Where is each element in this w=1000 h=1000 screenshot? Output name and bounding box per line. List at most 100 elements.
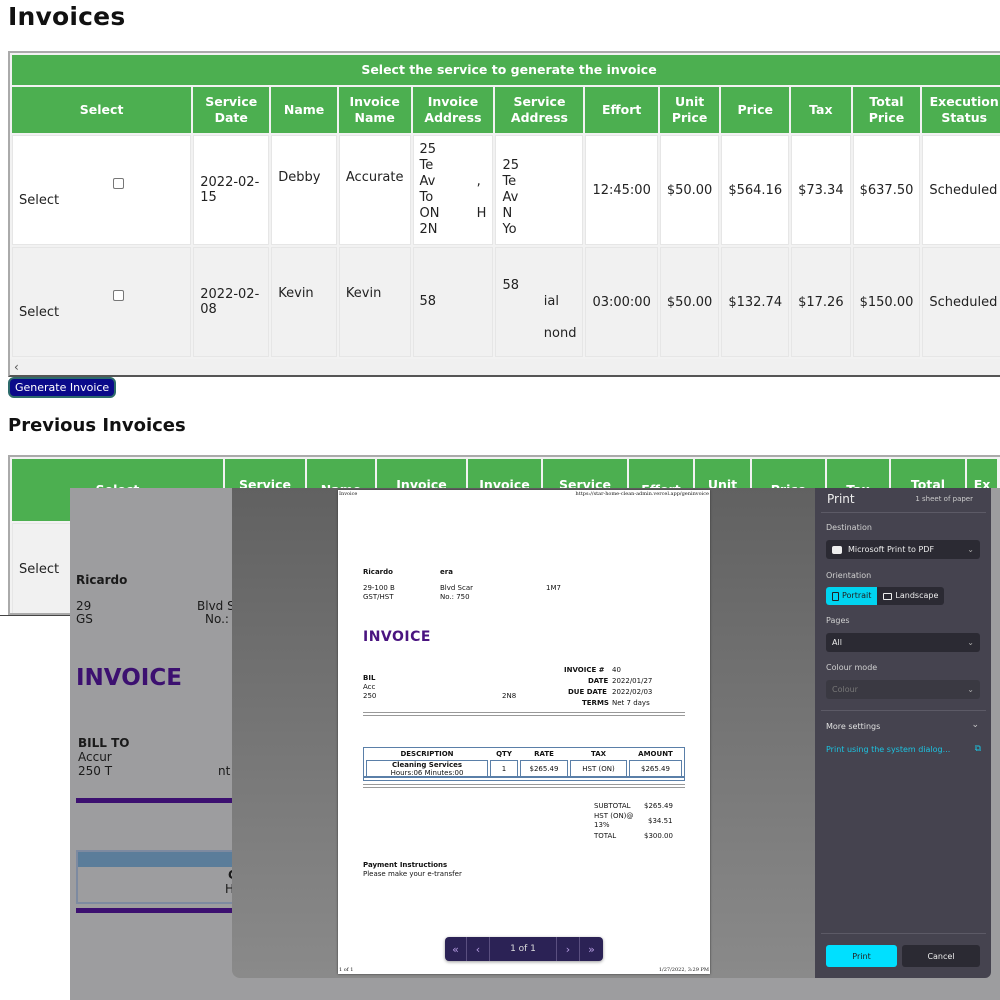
previous-invoices-title: Previous Invoices <box>8 415 186 436</box>
pages-select[interactable]: All ⌄ <box>826 633 980 652</box>
select-cell: Select <box>12 247 192 357</box>
generate-invoice-button[interactable]: Generate Invoice <box>8 377 117 398</box>
preview-pager: « ‹ 1 of 1 › » <box>445 937 603 961</box>
landscape-option[interactable]: Landscape <box>877 587 944 605</box>
invoice-name: Kevin <box>338 247 411 357</box>
pv-subtotal-label: SUBTOTAL <box>594 802 631 810</box>
landscape-icon <box>883 592 893 600</box>
pv-meta-label: DUE DATE <box>568 688 607 696</box>
print-settings-panel: Print 1 sheet of paper Destination Micro… <box>815 488 991 978</box>
pv-addr1b: Blvd Scar <box>440 584 474 592</box>
page-footer-left: 1 of 1 <box>339 967 354 973</box>
bg-bill-line2: 250 T <box>78 764 113 778</box>
external-link-icon[interactable]: ⧉ <box>975 744 981 754</box>
bg-addr2b: No.: <box>205 612 229 626</box>
pv-tax-label: HST (ON)@ <box>594 812 634 820</box>
prev-page-button[interactable]: ‹ <box>467 937 490 961</box>
destination-value: Microsoft Print to PDF <box>848 545 935 554</box>
pv-addr2b: No.: 750 <box>440 593 470 601</box>
pv-addr1c: 1M7 <box>546 584 561 592</box>
pv-divider <box>363 712 685 716</box>
bg-bill-line2b: nt <box>218 764 231 778</box>
destination-select[interactable]: Microsoft Print to PDF ⌄ <box>826 540 980 559</box>
header-effort: Effort <box>585 87 658 133</box>
orientation-toggle: Portrait Landscape <box>826 587 945 605</box>
service-address: 25 Te Av N Yo <box>495 135 584 245</box>
service-date: 2022-02-15 <box>193 135 270 245</box>
bg-addr2: GS <box>76 612 93 626</box>
colour-mode-select[interactable]: Colour ⌄ <box>826 680 980 699</box>
pv-bill-line2b: 2N8 <box>502 692 517 700</box>
pv-tax-label2: 13% <box>594 821 610 829</box>
pv-addr1: 29-100 B <box>363 584 395 592</box>
invoice-name: Accurate <box>338 135 411 245</box>
pv-bill-to: BIL <box>363 674 376 682</box>
header-invoice-address: Invoice Address <box>412 87 494 133</box>
select-checkbox[interactable] <box>113 290 124 301</box>
price: $132.74 <box>721 247 790 357</box>
header-total-price: Total Price <box>852 87 921 133</box>
pages-value: All <box>832 638 842 647</box>
pv-meta-label: INVOICE # <box>564 666 605 674</box>
price: $564.16 <box>721 135 790 245</box>
pv-company-b: era <box>440 568 453 576</box>
pv-header-qty: QTY <box>496 750 512 758</box>
bg-company: Ricardo <box>76 573 128 587</box>
cancel-button[interactable]: Cancel <box>902 945 980 967</box>
pv-header-rate: RATE <box>534 750 554 758</box>
horizontal-scrollbar[interactable]: ‹ <box>10 359 1000 375</box>
page-header-url: https://star-home-clean-admin.vercel.app… <box>575 491 709 497</box>
portrait-icon <box>832 591 839 601</box>
header-tax: Tax <box>791 87 851 133</box>
portrait-option[interactable]: Portrait <box>826 587 878 605</box>
total-price: $150.00 <box>852 247 921 357</box>
divider <box>821 512 986 513</box>
pv-total: $300.00 <box>644 832 673 840</box>
pv-meta-label: DATE <box>588 677 609 685</box>
last-page-button[interactable]: » <box>580 937 603 961</box>
colour-mode-label: Colour mode <box>826 663 878 672</box>
print-button[interactable]: Print <box>826 945 897 967</box>
header-name: Name <box>271 87 337 133</box>
table-caption: Select the service to generate the invoi… <box>12 55 1000 85</box>
header-execution-status: Execution Status <box>922 87 1000 133</box>
system-dialog-link[interactable]: Print using the system dialog... <box>826 745 950 754</box>
divider <box>821 933 986 934</box>
unit-price: $50.00 <box>659 135 720 245</box>
chevron-down-icon[interactable]: ⌄ <box>971 720 979 730</box>
scroll-left-icon[interactable]: ‹ <box>14 360 19 374</box>
tax: $17.26 <box>791 247 851 357</box>
select-label: Select <box>19 305 60 320</box>
print-title: Print <box>827 492 855 506</box>
colour-value: Colour <box>832 685 858 694</box>
table-row: Select 2022-02-15 Debby Accurate 25 Te A… <box>12 135 1000 245</box>
portrait-label: Portrait <box>842 591 872 600</box>
first-page-button[interactable]: « <box>445 937 467 961</box>
more-settings-toggle[interactable]: More settings <box>826 722 880 731</box>
execution-status: Scheduled <box>922 247 1000 357</box>
next-page-button[interactable]: › <box>557 937 580 961</box>
chevron-down-icon: ⌄ <box>967 545 974 554</box>
pv-item-title: Cleaning Services <box>391 761 463 769</box>
pv-subtotal: $265.49 <box>644 802 673 810</box>
page-title: Invoices <box>8 2 126 31</box>
pv-meta-value: 2022/01/27 <box>612 677 653 685</box>
select-cell: Select <box>12 135 192 245</box>
pv-bill-line2: 250 <box>363 692 377 700</box>
total-price: $637.50 <box>852 135 921 245</box>
effort: 03:00:00 <box>585 247 658 357</box>
page-footer-right: 1/27/2022, 3:29 PM <box>658 967 709 973</box>
unit-price: $50.00 <box>659 247 720 357</box>
orientation-label: Orientation <box>826 571 872 580</box>
services-table-container: Select the service to generate the invoi… <box>8 51 1000 377</box>
header-service-address: Service Address <box>495 87 584 133</box>
page-header-left: Invoice <box>339 491 358 497</box>
header-price: Price <box>721 87 790 133</box>
bg-addr1b: Blvd S <box>197 599 235 613</box>
page-indicator: 1 of 1 <box>490 937 557 961</box>
select-checkbox[interactable] <box>113 178 124 189</box>
pv-tax: $34.51 <box>648 817 673 825</box>
printer-icon <box>832 545 842 554</box>
bg-addr1: 29 <box>76 599 92 613</box>
pv-header-amount: AMOUNT <box>638 750 673 758</box>
